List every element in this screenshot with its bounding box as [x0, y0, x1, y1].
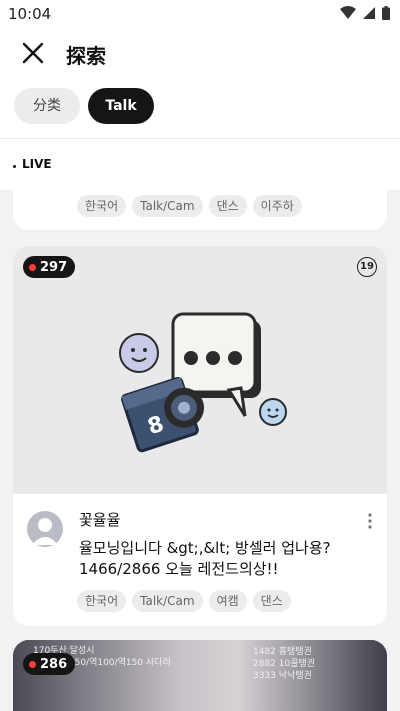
- live-label: LIVE: [22, 157, 52, 171]
- status-bar: 10:04: [0, 0, 400, 28]
- talk-illustration: 8: [119, 312, 287, 453]
- wifi-icon: [340, 6, 356, 19]
- stream-card[interactable]: 한국어 Talk/Cam 댄스 이주하: [13, 190, 387, 230]
- signal-icon: [363, 7, 375, 19]
- header: 探索 分类 Talk: [0, 28, 400, 138]
- live-dot-icon: [29, 660, 36, 668]
- tag[interactable]: 한국어: [77, 590, 127, 612]
- stream-thumbnail[interactable]: 8 297 19: [13, 246, 387, 494]
- status-time: 10:04: [8, 5, 52, 23]
- chip-talk[interactable]: Talk: [88, 88, 154, 124]
- battery-icon: [382, 6, 390, 20]
- viewer-count-badge: 297: [23, 256, 76, 278]
- tag[interactable]: 댄스: [208, 195, 247, 217]
- age-rating-badge: 19: [357, 257, 377, 277]
- user-icon: [32, 518, 58, 545]
- viewer-count: 286: [40, 656, 68, 672]
- avatar[interactable]: [27, 511, 63, 547]
- viewer-count-badge: 286: [23, 653, 76, 675]
- tag-list: 한국어 Talk/Cam 댄스 이주하: [77, 195, 302, 217]
- overlay-text: 3333 낙낙탱권: [253, 671, 312, 681]
- tag-list: 한국어 Talk/Cam 여캠 댄스: [77, 590, 291, 612]
- bullet-icon: [13, 165, 16, 168]
- stream-card[interactable]: 170두산 달성시 별/역50/역100/역150 사다리 1482 흥탱탱권 …: [13, 640, 387, 711]
- chip-category[interactable]: 分类: [14, 88, 80, 124]
- more-options-icon[interactable]: [367, 512, 373, 530]
- stream-title[interactable]: 율모닝입니다 &gt;,&lt; 방셀러 업나용? 1466/2866 오늘 레…: [79, 538, 369, 580]
- tag[interactable]: 여캠: [208, 590, 247, 612]
- tag[interactable]: Talk/Cam: [132, 195, 203, 217]
- stream-card[interactable]: 8 297 19 꽃율율 율모닝입니다 &gt;,&lt; 방셀러 업나용? 1…: [13, 246, 387, 626]
- tag[interactable]: 댄스: [252, 590, 291, 612]
- close-icon[interactable]: [18, 38, 48, 68]
- viewer-count: 297: [40, 259, 68, 275]
- live-dot-icon: [29, 263, 36, 271]
- live-section-header: LIVE: [0, 138, 400, 190]
- tag[interactable]: 한국어: [77, 195, 127, 217]
- streamer-name[interactable]: 꽃율율: [79, 509, 120, 530]
- stream-feed[interactable]: 한국어 Talk/Cam 댄스 이주하 8 297 19 꽃율율 율모닝입니다 …: [0, 190, 400, 711]
- tag[interactable]: Talk/Cam: [132, 590, 203, 612]
- status-icons: [340, 6, 390, 20]
- tag[interactable]: 이주하: [252, 195, 302, 217]
- page-title: 探索: [66, 44, 106, 68]
